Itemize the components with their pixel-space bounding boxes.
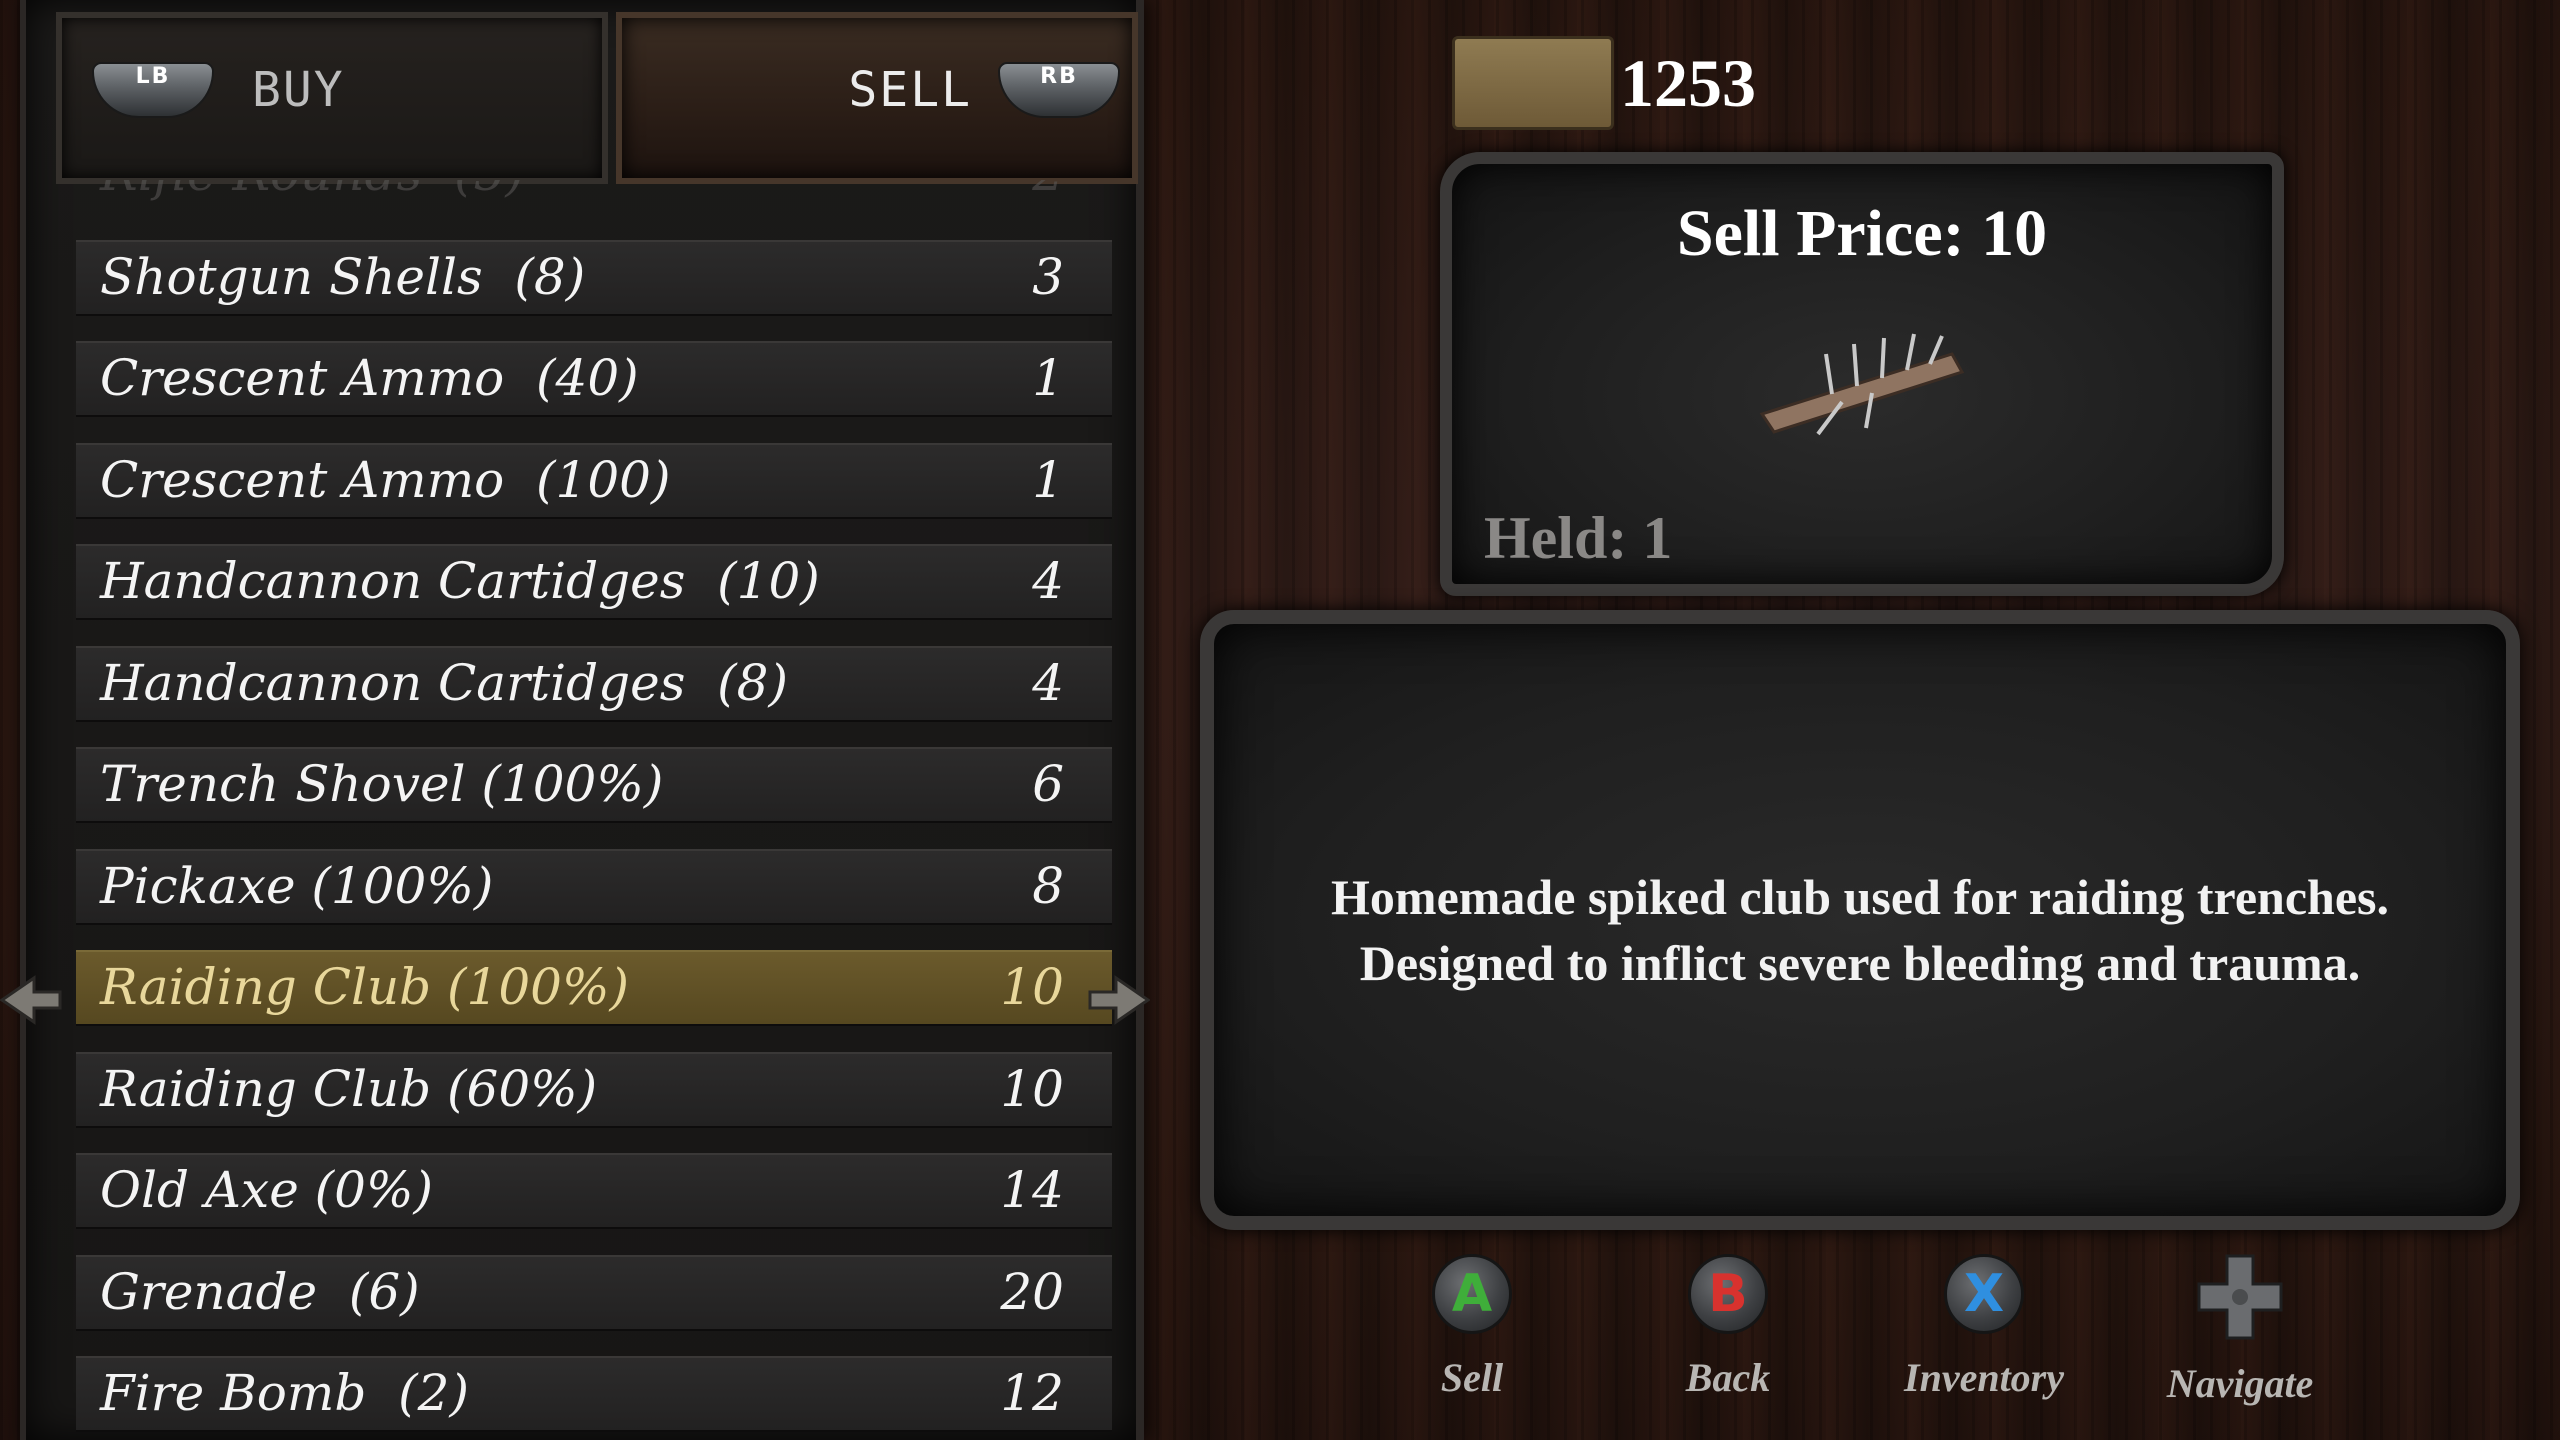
- list-item[interactable]: Crescent Ammo (100) 1: [76, 442, 1112, 519]
- sell-prompt-label: Sell: [1440, 1355, 1504, 1400]
- item-price: 10: [1000, 1059, 1064, 1118]
- inventory-prompt[interactable]: X Inventory: [1864, 1254, 2104, 1401]
- item-name: Crescent Ammo (100): [100, 450, 671, 509]
- item-price: 10: [1000, 958, 1064, 1016]
- item-name: Raiding Club (60%): [100, 1059, 598, 1118]
- item-price: 1: [1032, 450, 1064, 509]
- item-price: 20: [1000, 1262, 1064, 1321]
- item-name: Grenade (6): [100, 1262, 420, 1321]
- spiked-club-icon: [1759, 333, 1965, 436]
- item-price: 1: [1032, 349, 1064, 407]
- item-price: 6: [1032, 755, 1064, 813]
- currency-icon: [1452, 36, 1614, 130]
- tab-sell-label: SELL: [848, 62, 972, 118]
- tab-buy[interactable]: LB BUY: [56, 12, 608, 184]
- navigate-prompt-label: Navigate: [2166, 1361, 2314, 1406]
- list-item[interactable]: Fire Bomb (2) 12: [76, 1356, 1112, 1432]
- item-price: 2: [1032, 180, 1064, 202]
- list-item[interactable]: Rifle Rounds (5) 2: [76, 180, 1112, 214]
- item-price: 4: [1032, 552, 1064, 610]
- merchant-screen: LB BUY SELL RB Rifle Rounds (5) 2 Shotgun …: [0, 0, 2560, 1440]
- item-name: Trench Shovel (100%): [100, 755, 664, 813]
- held-count: Held: 1: [1484, 505, 1673, 571]
- list-item[interactable]: Crescent Ammo (40) 1: [76, 341, 1112, 417]
- rb-button-icon: RB: [998, 62, 1120, 118]
- lb-button-icon: LB: [92, 62, 214, 118]
- item-preview-frame: Sell Price: 10 Held: 1: [1440, 152, 2284, 596]
- navigate-prompt[interactable]: Navigate: [2120, 1254, 2360, 1407]
- description-panel: Homemade spiked club used for raiding tr…: [1200, 610, 2520, 1230]
- dpad-icon: [2197, 1254, 2283, 1340]
- item-name: Crescent Ammo (40): [100, 349, 639, 407]
- list-item[interactable]: Handcannon Cartidges (8) 4: [76, 645, 1112, 722]
- item-list-panel: LB BUY SELL RB Rifle Rounds (5) 2 Shotgun …: [20, 0, 1144, 1440]
- b-button-icon: B: [1688, 1254, 1768, 1334]
- item-name: Handcannon Cartidges (10): [100, 552, 820, 610]
- list-item[interactable]: Pickaxe (100%) 8: [76, 848, 1112, 925]
- list-item[interactable]: Shotgun Shells (8) 3: [76, 239, 1112, 316]
- list-item[interactable]: Trench Shovel (100%) 6: [76, 747, 1112, 823]
- sell-prompt[interactable]: A Sell: [1352, 1254, 1592, 1401]
- item-list-viewport[interactable]: Rifle Rounds (5) 2 Shotgun Shells (8) 3 Cres…: [76, 180, 1116, 1440]
- money-amount: 1253: [1620, 45, 1756, 121]
- item-name: Rifle Rounds (5): [100, 180, 525, 202]
- tab-buy-label: BUY: [252, 62, 345, 118]
- item-price: 12: [1000, 1364, 1064, 1422]
- a-button-icon: A: [1432, 1254, 1512, 1334]
- item-price: 14: [1000, 1161, 1064, 1219]
- item-name: Fire Bomb (2): [100, 1364, 469, 1422]
- back-prompt[interactable]: B Back: [1608, 1254, 1848, 1401]
- list-item[interactable]: Old Axe (0%) 14: [76, 1153, 1112, 1229]
- item-name: Pickaxe (100%): [100, 856, 494, 915]
- sell-price: Sell Price: 10: [1676, 197, 2048, 270]
- item-price: 8: [1032, 856, 1064, 915]
- item-price: 4: [1032, 653, 1064, 712]
- selection-arrow-right-icon: [1088, 975, 1150, 1025]
- tab-sell[interactable]: SELL RB: [616, 12, 1138, 184]
- item-name: Raiding Club (100%): [100, 958, 630, 1016]
- list-item[interactable]: Grenade (6) 20: [76, 1254, 1112, 1331]
- item-price: 3: [1032, 247, 1064, 306]
- list-item[interactable]: Handcannon Cartidges (10) 4: [76, 544, 1112, 620]
- item-name: Shotgun Shells (8): [100, 247, 586, 306]
- back-prompt-label: Back: [1685, 1355, 1771, 1400]
- item-description: Homemade spiked club used for raiding tr…: [1331, 869, 2389, 991]
- item-name: Old Axe (0%): [100, 1161, 434, 1219]
- item-name: Handcannon Cartidges (8): [100, 653, 788, 712]
- list-item-selected[interactable]: Raiding Club (100%) 10: [76, 950, 1112, 1026]
- inventory-prompt-label: Inventory: [1904, 1355, 2064, 1400]
- x-button-icon: X: [1944, 1254, 2024, 1334]
- list-item[interactable]: Raiding Club (60%) 10: [76, 1051, 1112, 1128]
- selection-arrow-left-icon: [0, 975, 62, 1025]
